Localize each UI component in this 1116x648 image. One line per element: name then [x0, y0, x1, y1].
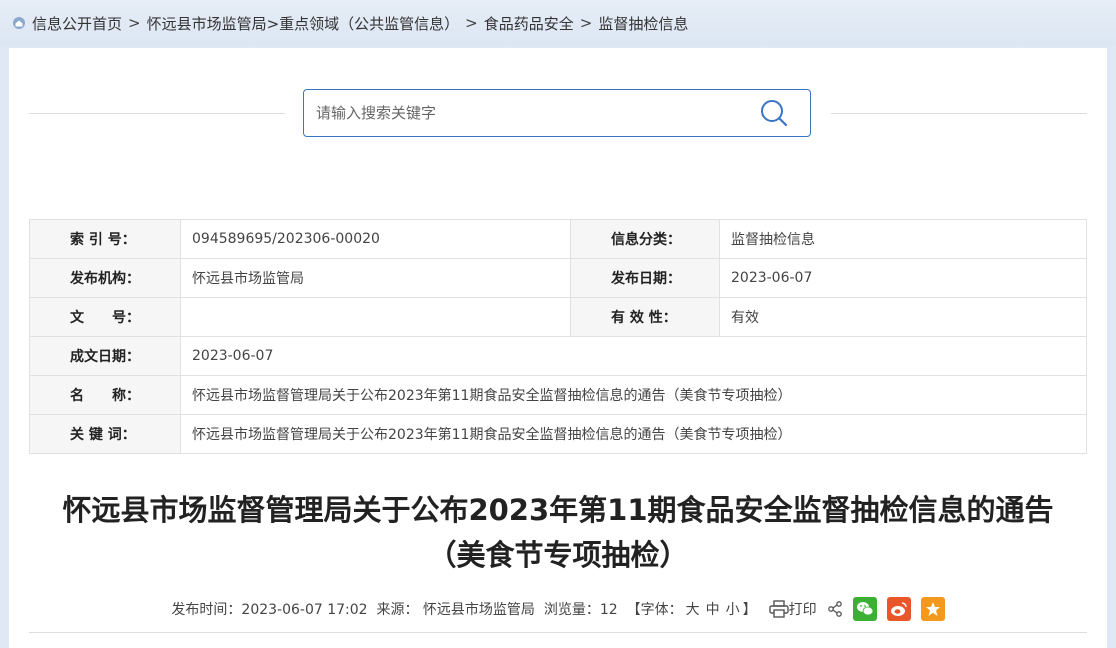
- index-label: 索 引 号：: [29, 219, 181, 259]
- wechat-share-button[interactable]: [852, 597, 877, 621]
- search-bar: [303, 89, 811, 137]
- category-label: 信息分类：: [570, 219, 720, 259]
- search-button[interactable]: [752, 91, 796, 135]
- keywords-value: 怀远县市场监督管理局关于公布2023年第11期食品安全监督抽检信息的通告（美食节…: [180, 414, 1087, 454]
- breadcrumb-category-link[interactable]: 食品药品安全: [484, 13, 574, 34]
- index-value: 094589695/202306-00020: [180, 219, 571, 259]
- breadcrumb-separator: >: [128, 14, 141, 32]
- article-title-line: 怀远县市场监督管理局关于公布2023年第11期食品安全监督抽检信息的通告: [62, 493, 1054, 527]
- print-icon: [768, 600, 789, 618]
- article-title-line: （美食节专项抽检）: [427, 538, 689, 572]
- metadata-table: 索 引 号： 094589695/202306-00020 信息分类： 监督抽检…: [29, 219, 1087, 454]
- search-icon: [761, 100, 788, 127]
- breadcrumb-current-link[interactable]: 监督抽检信息: [598, 13, 688, 34]
- table-row: 发布机构： 怀远县市场监管局 发布日期： 2023-06-07: [29, 258, 1087, 298]
- publish-time: 发布时间：2023-06-07 17:02: [171, 602, 368, 618]
- content-panel: 索 引 号： 094589695/202306-00020 信息分类： 监督抽检…: [9, 48, 1107, 648]
- article-info-bar: 发布时间：2023-06-07 17:02 来源： 怀远县市场监管局 浏览量：1…: [9, 597, 1107, 621]
- keywords-label: 关 键 词：: [29, 414, 181, 454]
- table-row: 成文日期： 2023-06-07: [29, 336, 1087, 376]
- font-size-suffix: 】: [742, 602, 757, 618]
- docno-value: [180, 297, 571, 337]
- font-small-button[interactable]: 小: [726, 599, 740, 619]
- breadcrumb-separator: >: [579, 14, 593, 32]
- view-count: 浏览量：12: [543, 602, 618, 618]
- publisher-label: 发布机构：: [29, 258, 181, 298]
- home-icon: [13, 17, 25, 29]
- divider: [831, 113, 1087, 114]
- print-button[interactable]: 打印: [768, 599, 817, 619]
- breadcrumb-home-link[interactable]: 信息公开首页: [32, 13, 122, 34]
- share-button[interactable]: [827, 601, 843, 617]
- print-label: 打印: [788, 602, 817, 618]
- created-value: 2023-06-07: [180, 336, 1087, 376]
- divider: [29, 113, 285, 114]
- font-large-button[interactable]: 大: [686, 599, 700, 619]
- font-size-prefix: 【字体：: [626, 602, 683, 618]
- breadcrumb-separator: >: [465, 14, 478, 32]
- pubdate-label: 发布日期：: [570, 258, 720, 298]
- font-medium-button[interactable]: 中: [706, 599, 720, 619]
- table-row: 名 称： 怀远县市场监督管理局关于公布2023年第11期食品安全监督抽检信息的通…: [29, 375, 1087, 415]
- name-label: 名 称：: [29, 375, 181, 415]
- wechat-icon: [856, 602, 873, 616]
- weibo-icon: [890, 602, 907, 616]
- search-input[interactable]: [314, 97, 752, 129]
- share-icon: [827, 601, 842, 617]
- source: 来源： 怀远县市场监管局: [376, 602, 535, 618]
- article-title: 怀远县市场监督管理局关于公布2023年第11期食品安全监督抽检信息的通告 （美食…: [29, 488, 1087, 578]
- breadcrumb: 信息公开首页 > 怀远县市场监管局>重点领域（公共监管信息） > 食品药品安全 …: [0, 0, 1116, 46]
- docno-label: 文 号：: [29, 297, 181, 337]
- table-row: 索 引 号： 094589695/202306-00020 信息分类： 监督抽检…: [29, 219, 1087, 259]
- breadcrumb-section-link[interactable]: 怀远县市场监管局>重点领域（公共监管信息）: [147, 13, 460, 34]
- table-row: 文 号： 有 效 性： 有效: [29, 297, 1087, 337]
- favorite-icon: [925, 602, 940, 616]
- favorite-button[interactable]: [920, 597, 945, 621]
- publisher-value: 怀远县市场监管局: [180, 258, 571, 298]
- validity-label: 有 效 性：: [570, 297, 720, 337]
- pubdate-value: 2023-06-07: [719, 258, 1087, 298]
- divider: [29, 632, 1087, 633]
- validity-value: 有效: [719, 297, 1087, 337]
- category-value: 监督抽检信息: [719, 219, 1087, 259]
- table-row: 关 键 词： 怀远县市场监督管理局关于公布2023年第11期食品安全监督抽检信息…: [29, 414, 1087, 454]
- weibo-share-button[interactable]: [886, 597, 911, 621]
- created-label: 成文日期：: [29, 336, 181, 376]
- name-value: 怀远县市场监督管理局关于公布2023年第11期食品安全监督抽检信息的通告（美食节…: [180, 375, 1087, 415]
